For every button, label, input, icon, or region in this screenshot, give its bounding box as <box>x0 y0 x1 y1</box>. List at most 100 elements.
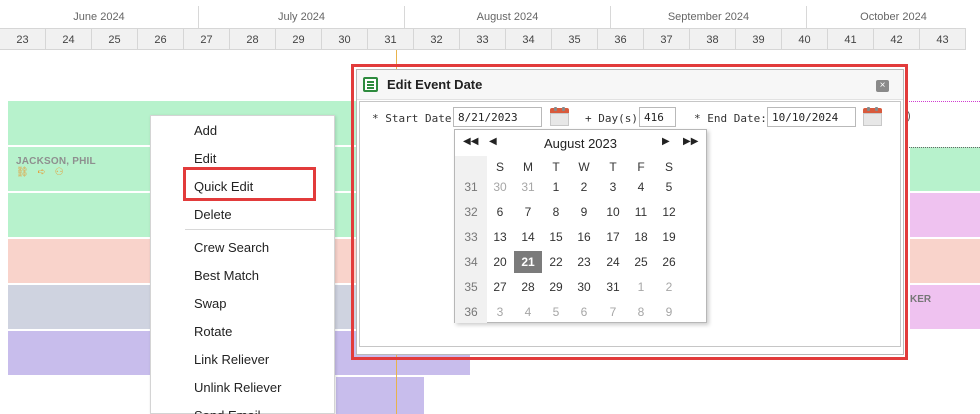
weekday-header: T <box>609 160 617 174</box>
day-cell[interactable]: 19 <box>655 226 683 248</box>
crew-name[interactable]: JACKSON, PHIL <box>16 156 96 167</box>
day-cell[interactable]: 30 <box>570 276 598 298</box>
week-number: 35 <box>464 280 478 294</box>
day-cell[interactable]: 7 <box>599 301 627 323</box>
day-cell[interactable]: 16 <box>570 226 598 248</box>
week-cell: 41 <box>828 28 874 50</box>
day-cell[interactable]: 1 <box>627 276 655 298</box>
day-cell[interactable]: 14 <box>514 226 542 248</box>
day-cell[interactable]: 6 <box>486 201 514 223</box>
day-cell[interactable]: 18 <box>627 226 655 248</box>
week-header: 23 24 25 26 27 28 29 30 31 32 33 34 35 36 37 38 39 40 41 42… <box>0 28 980 50</box>
menu-item-delete[interactable]: Delete <box>151 201 334 229</box>
month-label: August 2024 <box>405 6 611 28</box>
week-cell: 43 <box>920 28 966 50</box>
context-menu: Add Edit Quick Edit Delete Crew Search Best M… <box>150 115 335 414</box>
dotted-divider <box>906 147 980 148</box>
month-header: June 2024 July 2024 August 2024 Septembe… <box>0 6 980 28</box>
day-cell[interactable]: 8 <box>627 301 655 323</box>
day-cell[interactable]: 5 <box>542 301 570 323</box>
start-calendar-icon[interactable] <box>550 107 569 127</box>
day-cell[interactable]: 13 <box>486 226 514 248</box>
day-cell[interactable]: 1 <box>542 176 570 198</box>
close-icon[interactable]: × <box>876 80 889 92</box>
truncated-label: KER <box>910 294 932 305</box>
day-cell[interactable]: 30 <box>486 176 514 198</box>
menu-item-crew-search[interactable]: Crew Search <box>151 234 334 262</box>
schedule-bar[interactable] <box>910 285 980 329</box>
weekday-header: S <box>664 160 673 174</box>
day-cell[interactable]: 15 <box>542 226 570 248</box>
month-label: June 2024 <box>0 6 199 28</box>
weekday-header: M <box>523 160 533 174</box>
schedule-bar[interactable] <box>336 377 424 414</box>
day-cell[interactable]: 29 <box>542 276 570 298</box>
day-cell[interactable]: 12 <box>655 201 683 223</box>
menu-item-swap[interactable]: Swap <box>151 290 334 318</box>
schedule-bar[interactable] <box>910 239 980 283</box>
selected-day-cell[interactable]: 21 <box>514 251 542 273</box>
end-date-input[interactable] <box>767 107 856 127</box>
day-cell[interactable]: 17 <box>599 226 627 248</box>
week-cell: 24 <box>46 28 92 50</box>
week-cell: 38 <box>690 28 736 50</box>
start-date-label: * Start Date: <box>372 112 459 125</box>
prev-year-icon[interactable]: ◀◀ <box>463 136 478 148</box>
day-cell[interactable]: 7 <box>514 201 542 223</box>
day-cell[interactable]: 9 <box>570 201 598 223</box>
month-label: September 2024 <box>611 6 807 28</box>
end-date-label: * End Date: <box>694 112 767 125</box>
day-cell[interactable]: 4 <box>627 176 655 198</box>
week-cell: 31 <box>368 28 414 50</box>
schedule-bar[interactable] <box>910 147 980 191</box>
day-cell[interactable]: 27 <box>486 276 514 298</box>
day-cell[interactable]: 11 <box>627 201 655 223</box>
next-year-icon[interactable]: ▶▶ <box>683 136 698 148</box>
week-cell: 33 <box>460 28 506 50</box>
quick-edit-highlight <box>183 167 316 201</box>
next-month-icon[interactable]: ▶ <box>662 136 670 148</box>
day-cell[interactable]: 2 <box>570 176 598 198</box>
schedule-bar[interactable] <box>910 193 980 237</box>
days-input[interactable] <box>639 107 676 127</box>
week-cell: 40 <box>782 28 828 50</box>
day-cell[interactable]: 2 <box>655 276 683 298</box>
week-number: 34 <box>464 255 478 269</box>
day-cell[interactable]: 22 <box>542 251 570 273</box>
menu-item-unlink-reliever[interactable]: Unlink Reliever <box>151 374 334 402</box>
dialog-header[interactable]: Edit Event Date × <box>357 70 903 100</box>
day-cell[interactable]: 8 <box>542 201 570 223</box>
weekday-header: S <box>495 160 504 174</box>
week-cell: 26 <box>138 28 184 50</box>
day-cell[interactable]: 6 <box>570 301 598 323</box>
day-cell[interactable]: 31 <box>514 176 542 198</box>
day-cell[interactable]: 31 <box>599 276 627 298</box>
week-cell: 23 <box>0 28 46 50</box>
day-cell[interactable]: 25 <box>627 251 655 273</box>
day-cell[interactable]: 10 <box>599 201 627 223</box>
menu-item-link-reliever[interactable]: Link Reliever <box>151 346 334 374</box>
day-cell[interactable]: 4 <box>514 301 542 323</box>
end-calendar-icon[interactable] <box>863 107 882 127</box>
week-cell: 37 <box>644 28 690 50</box>
days-label: + Day(s) <box>585 112 638 125</box>
day-cell[interactable]: 9 <box>655 301 683 323</box>
week-cell: 39 <box>736 28 782 50</box>
start-date-input[interactable] <box>453 107 542 127</box>
day-cell[interactable]: 3 <box>486 301 514 323</box>
week-cell: 34 <box>506 28 552 50</box>
day-cell[interactable]: 23 <box>570 251 598 273</box>
day-cell[interactable]: 5 <box>655 176 683 198</box>
day-cell[interactable]: 3 <box>599 176 627 198</box>
week-cell: 30 <box>322 28 368 50</box>
day-cell[interactable]: 20 <box>486 251 514 273</box>
form-icon <box>363 77 378 92</box>
menu-item-send-email[interactable]: Send Email <box>151 402 334 414</box>
day-cell[interactable]: 28 <box>514 276 542 298</box>
day-cell[interactable]: 26 <box>655 251 683 273</box>
day-cell[interactable]: 24 <box>599 251 627 273</box>
prev-month-icon[interactable]: ◀ <box>489 136 497 148</box>
menu-item-rotate[interactable]: Rotate <box>151 318 334 346</box>
menu-item-add[interactable]: Add <box>151 117 334 145</box>
menu-item-best-match[interactable]: Best Match <box>151 262 334 290</box>
